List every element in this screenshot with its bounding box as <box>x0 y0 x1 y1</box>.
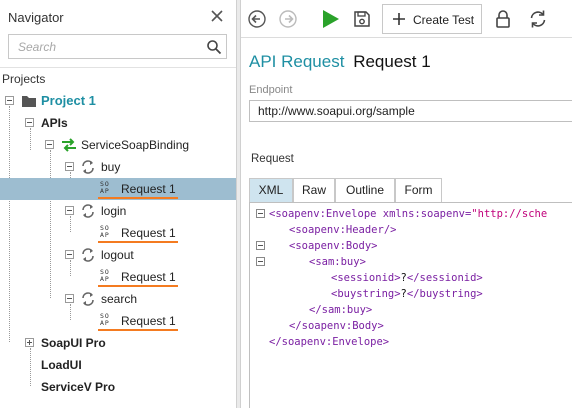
operation-label: logout <box>101 248 134 262</box>
request-label: Request 1 <box>121 270 176 284</box>
create-test-button[interactable]: Create Test <box>382 4 482 34</box>
interface-arrows-icon <box>62 138 76 152</box>
tree-row-operation[interactable]: search <box>0 288 236 310</box>
xml-attribute-value: "http://sche <box>471 208 548 220</box>
loadui-label: LoadUI <box>41 358 82 372</box>
plus-icon <box>393 13 405 25</box>
project-tree: Project 1 APIs ServiceSoapBinding buy SO… <box>0 0 236 408</box>
tree-row-servicev-pro[interactable]: ServiceV Pro <box>0 376 236 398</box>
endpoint-label: Endpoint <box>249 84 293 96</box>
xml-line: </soapenv:Body> <box>289 318 384 334</box>
navigator-panel: Navigator Projects Project 1 <box>0 0 236 408</box>
toolbar: Create Test <box>241 0 572 38</box>
tab-xml[interactable]: XML <box>249 178 293 202</box>
xml-line: <sam:buy> <box>309 254 366 270</box>
operation-label: buy <box>101 160 121 174</box>
collapse-toggle[interactable] <box>65 294 74 303</box>
xml-line: <sessionid>?</sessionid> <box>331 270 483 286</box>
tree-row-loadui[interactable]: LoadUI <box>0 354 236 376</box>
operation-cycle-icon <box>82 204 94 218</box>
tab-raw[interactable]: Raw <box>293 178 335 202</box>
back-arrow-icon[interactable] <box>247 9 267 29</box>
page-title: API Request Request 1 <box>249 52 431 72</box>
soapui-pro-label: SoapUI Pro <box>41 336 106 350</box>
project-name: Project 1 <box>41 93 96 108</box>
apis-label: APIs <box>41 116 68 130</box>
request-type-label: API Request <box>249 52 345 71</box>
soap-request-icon: SO AP <box>100 268 110 283</box>
collapse-toggle[interactable] <box>25 118 34 127</box>
xml-tag: </soapenv:Envelope> <box>269 336 390 348</box>
fold-toggle[interactable] <box>256 257 265 266</box>
xml-attribute: xmlns:soapenv= <box>376 208 472 220</box>
save-icon[interactable] <box>352 9 372 29</box>
xml-line: <buystring>?</buystring> <box>331 286 483 302</box>
request-underline <box>98 197 178 199</box>
servicev-pro-label: ServiceV Pro <box>41 380 116 394</box>
main-panel: Create Test API Request Request 1 Endpoi… <box>241 0 572 408</box>
tree-row-operation[interactable]: buy <box>0 156 236 178</box>
request-section-label: Request <box>251 153 294 165</box>
xml-line: <soapenv:Envelope xmlns:soapenv="http://… <box>269 206 547 222</box>
soap-request-icon: SO AP <box>100 224 110 239</box>
xml-tag: <sam:buy> <box>309 256 366 268</box>
expand-toggle[interactable] <box>25 338 34 347</box>
tree-row-operation[interactable]: login <box>0 200 236 222</box>
tree-row-soapui-pro[interactable]: SoapUI Pro <box>0 332 236 354</box>
xml-tag: <soapenv:Envelope <box>269 208 377 220</box>
tab-form[interactable]: Form <box>395 178 442 202</box>
request-underline <box>98 241 178 243</box>
binding-label: ServiceSoapBinding <box>81 138 190 152</box>
request-label: Request 1 <box>121 314 176 328</box>
refresh-icon[interactable] <box>528 9 548 29</box>
play-icon[interactable] <box>319 8 341 30</box>
lock-icon[interactable] <box>493 9 513 29</box>
request-name-label: Request 1 <box>353 52 431 71</box>
xml-tag: <soapenv:Header/> <box>289 224 397 236</box>
tree-row-project[interactable]: Project 1 <box>0 90 236 112</box>
xml-line: </soapenv:Envelope> <box>269 334 389 350</box>
tree-row-operation[interactable]: logout <box>0 244 236 266</box>
operation-label: search <box>101 292 138 306</box>
tree-row-binding[interactable]: ServiceSoapBinding <box>0 134 236 156</box>
operation-label: login <box>101 204 127 218</box>
soap-request-icon: SO AP <box>100 312 110 327</box>
xml-tag: <buystring> <box>331 288 401 300</box>
collapse-toggle[interactable] <box>65 250 74 259</box>
xml-tag: </buystring> <box>406 288 483 300</box>
tree-row-apis[interactable]: APIs <box>0 112 236 134</box>
fold-toggle[interactable] <box>256 209 265 218</box>
collapse-toggle[interactable] <box>45 140 54 149</box>
request-label: Request 1 <box>121 182 176 196</box>
xml-tag: <sessionid> <box>331 272 401 284</box>
xml-tag: </sessionid> <box>406 272 483 284</box>
collapse-toggle[interactable] <box>65 206 74 215</box>
operation-cycle-icon <box>82 292 94 306</box>
tab-outline[interactable]: Outline <box>335 178 395 202</box>
create-test-label: Create Test <box>413 13 475 27</box>
forward-arrow-icon[interactable] <box>278 9 298 29</box>
xml-line: <soapenv:Header/> <box>289 222 396 238</box>
request-underline <box>98 329 178 331</box>
request-underline <box>98 285 178 287</box>
endpoint-field[interactable] <box>249 100 572 122</box>
fold-toggle[interactable] <box>256 241 265 250</box>
request-label: Request 1 <box>121 226 176 240</box>
xml-tag: </soapenv:Body> <box>289 320 384 332</box>
collapse-toggle[interactable] <box>65 162 74 171</box>
xml-editor[interactable]: <soapenv:Envelope xmlns:soapenv="http://… <box>249 202 572 408</box>
xml-tag: </sam:buy> <box>309 304 373 316</box>
collapse-toggle[interactable] <box>5 96 14 105</box>
soap-request-icon: SO AP <box>100 180 110 195</box>
folder-icon <box>22 96 36 107</box>
xml-line: </sam:buy> <box>309 302 372 318</box>
operation-cycle-icon <box>82 160 94 174</box>
operation-cycle-icon <box>82 248 94 262</box>
xml-tag: <soapenv:Body> <box>289 240 378 252</box>
xml-line: <soapenv:Body> <box>289 238 378 254</box>
